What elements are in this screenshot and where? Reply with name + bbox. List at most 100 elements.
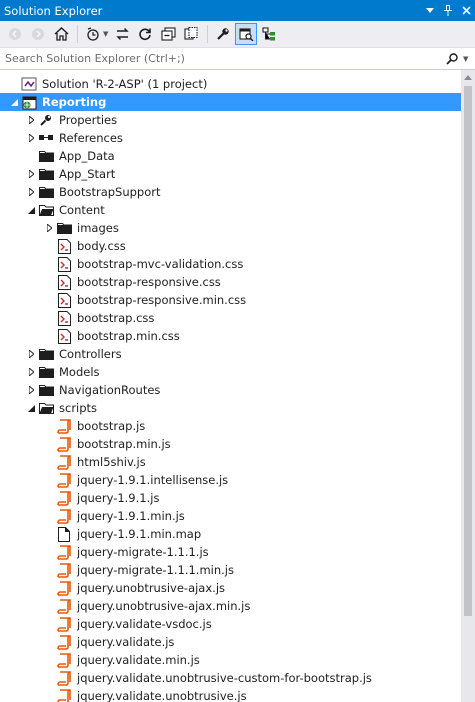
css-file-icon [56,292,72,308]
js-file-icon [56,652,72,668]
tree-item-js-file[interactable]: jquery-1.9.1.min.js [0,507,461,525]
show-all-files-icon[interactable] [180,23,202,45]
tree-item-properties[interactable]: Properties [0,111,461,129]
generic-file-icon [56,526,72,542]
close-icon[interactable] [457,0,475,21]
tree-item-map-file[interactable]: jquery-1.9.1.min.map [0,525,461,543]
tree-item-js-file[interactable]: jquery-1.9.1.js [0,489,461,507]
back-icon[interactable] [4,23,26,45]
js-file-icon [56,454,72,470]
tree-item-js-file[interactable]: jquery.unobtrusive-ajax.js [0,579,461,597]
collapsed-triangle-icon[interactable] [26,381,36,399]
tree-item-js-file[interactable]: jquery-1.9.1.intellisense.js [0,471,461,489]
solution-tree: Solution 'R-2-ASP' (1 project) Reporting… [0,70,461,702]
collapsed-triangle-icon[interactable] [44,219,54,237]
folder-icon [38,364,54,380]
references-icon [38,130,54,146]
tree-item-css-file[interactable]: bootstrap.min.css [0,327,461,345]
tree-item-js-file[interactable]: html5shiv.js [0,453,461,471]
tree-item-js-file[interactable]: jquery.validate.unobtrusive-custom-for-b… [0,669,461,687]
tree-item-folder[interactable]: images [0,219,461,237]
tree-item-js-file[interactable]: jquery.unobtrusive-ajax.min.js [0,597,461,615]
js-file-icon [56,472,72,488]
js-file-icon [56,688,72,702]
expanded-triangle-icon[interactable] [26,399,36,417]
sync-with-active-document-icon[interactable] [111,23,133,45]
folder-icon [38,148,54,164]
tree-item-css-file[interactable]: bootstrap.css [0,309,461,327]
tree-item-folder[interactable]: App_Data [0,147,461,165]
folder-icon [38,382,54,398]
css-file-icon [56,256,72,272]
tree-item-css-file[interactable]: bootstrap-mvc-validation.css [0,255,461,273]
collapsed-triangle-icon[interactable] [26,345,36,363]
tree-item-references[interactable]: References [0,129,461,147]
tree-item-solution[interactable]: Solution 'R-2-ASP' (1 project) [0,75,461,93]
search-options-dropdown[interactable]: ▼ [463,55,475,63]
js-file-icon [56,634,72,650]
folder-icon [38,184,54,200]
search-icon[interactable] [441,52,463,65]
folder-open-icon [38,400,54,416]
tree-item-js-file[interactable]: jquery-migrate-1.1.1.js [0,543,461,561]
js-file-icon [56,562,72,578]
tree-item-js-file[interactable]: jquery.validate-vsdoc.js [0,615,461,633]
search-input[interactable] [0,48,441,69]
tree-item-folder[interactable]: Controllers [0,345,461,363]
class-view-icon[interactable] [258,23,280,45]
toolbar: ▼ [0,21,475,48]
title-bar: Solution Explorer [0,0,475,21]
js-file-icon [56,436,72,452]
scroll-up-icon[interactable] [461,70,475,84]
tree-item-css-file[interactable]: body.css [0,237,461,255]
js-file-icon [56,616,72,632]
js-file-icon [56,490,72,506]
refresh-icon[interactable] [134,23,156,45]
collapsed-triangle-icon[interactable] [26,183,36,201]
js-file-icon [56,580,72,596]
tree-item-folder[interactable]: BootstrapSupport [0,183,461,201]
tree-item-js-file[interactable]: jquery.validate.min.js [0,651,461,669]
js-file-icon [56,544,72,560]
tree-item-css-file[interactable]: bootstrap-responsive.css [0,273,461,291]
collapse-all-icon[interactable] [157,23,179,45]
pin-icon[interactable] [439,0,457,21]
js-file-icon [56,598,72,614]
filter-dropdown-arrow[interactable]: ▼ [103,30,108,38]
tree-item-folder-scripts[interactable]: scripts [0,399,461,417]
collapsed-triangle-icon[interactable] [26,363,36,381]
toolbar-separator [207,25,209,43]
vertical-scrollbar[interactable] [461,70,475,702]
properties-icon[interactable] [212,23,234,45]
forward-icon[interactable] [27,23,49,45]
tree-item-js-file[interactable]: bootstrap.js [0,417,461,435]
window-position-icon[interactable] [421,0,439,21]
js-file-icon [56,418,72,434]
pending-changes-filter-icon[interactable] [82,23,104,45]
tree-item-folder[interactable]: Models [0,363,461,381]
folder-icon [38,166,54,182]
tree-item-js-file[interactable]: jquery.validate.unobtrusive.js [0,687,461,702]
tree-item-project-reporting[interactable]: Reporting [0,93,461,111]
tree-item-js-file[interactable]: bootstrap.min.js [0,435,461,453]
tree-item-folder-content[interactable]: Content [0,201,461,219]
home-icon[interactable] [50,23,72,45]
tree-item-js-file[interactable]: jquery-migrate-1.1.1.min.js [0,561,461,579]
tree-item-css-file[interactable]: bootstrap-responsive.min.css [0,291,461,309]
tree-item-folder[interactable]: NavigationRoutes [0,381,461,399]
js-file-icon [56,508,72,524]
folder-icon [38,346,54,362]
solution-icon [21,76,37,92]
preview-selected-items-icon[interactable] [235,23,258,45]
css-file-icon [56,238,72,254]
collapsed-triangle-icon[interactable] [26,111,36,129]
tree-item-folder[interactable]: App_Start [0,165,461,183]
folder-icon [56,220,72,236]
collapsed-triangle-icon[interactable] [26,129,36,147]
tree-item-js-file[interactable]: jquery.validate.js [0,633,461,651]
expanded-triangle-icon[interactable] [9,93,19,111]
scrollbar-thumb[interactable] [464,86,472,616]
expanded-triangle-icon[interactable] [26,201,36,219]
web-project-icon [21,94,37,110]
collapsed-triangle-icon[interactable] [26,165,36,183]
